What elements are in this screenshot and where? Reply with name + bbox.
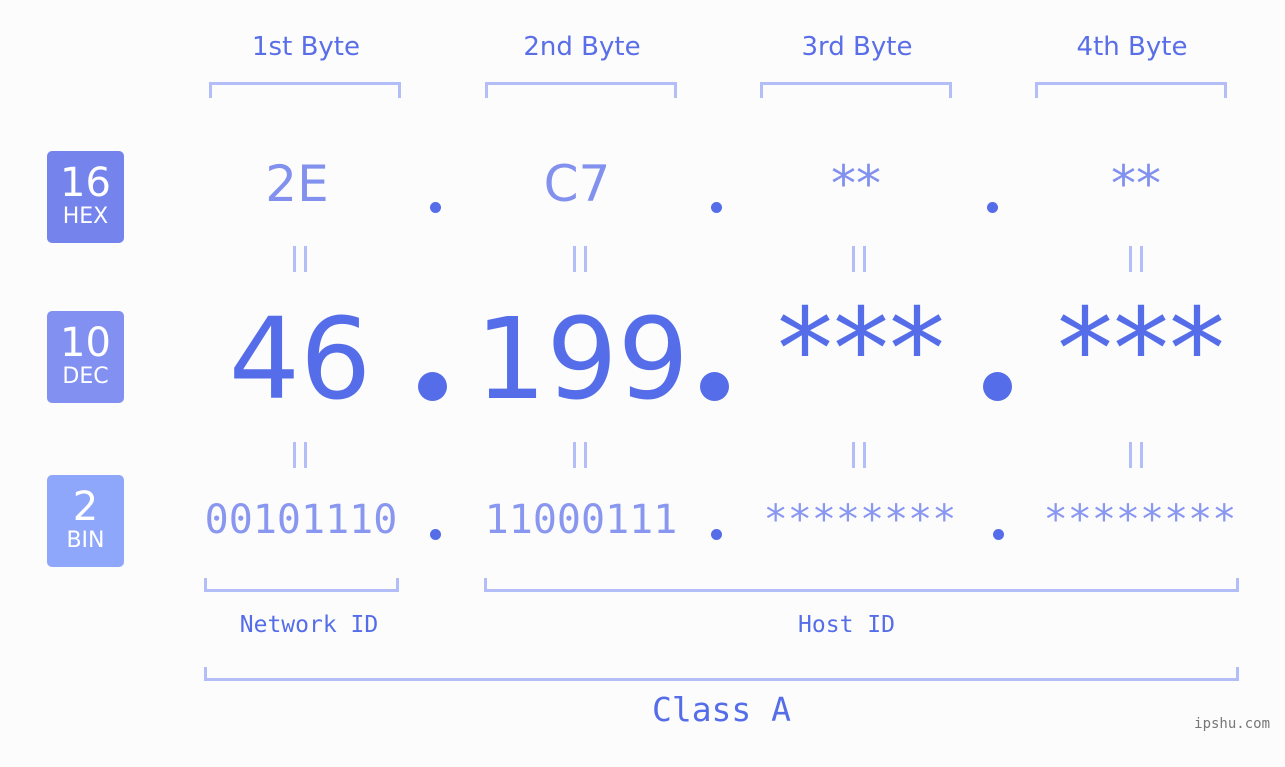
bin-byte-1: 00101110 bbox=[204, 497, 398, 543]
equals-icon bbox=[1116, 238, 1156, 283]
hex-badge-label: HEX bbox=[62, 204, 109, 229]
class-label: Class A bbox=[651, 690, 792, 729]
equals-icon bbox=[839, 238, 879, 283]
hex-separator-dot bbox=[430, 202, 441, 213]
bin-byte-3: ******** bbox=[763, 497, 957, 543]
bin-badge-number: 2 bbox=[72, 484, 99, 530]
byte-header-2: 2nd Byte bbox=[523, 32, 641, 62]
dec-byte-4: *** bbox=[1057, 285, 1225, 415]
byte-bracket-4 bbox=[1035, 82, 1227, 98]
equals-icon bbox=[280, 238, 320, 283]
hex-byte-2: C7 bbox=[543, 155, 611, 213]
hex-separator-dot bbox=[711, 202, 722, 213]
hex-byte-4: ** bbox=[1111, 155, 1161, 213]
network-id-label: Network ID bbox=[239, 612, 379, 638]
dec-separator-dot bbox=[700, 372, 729, 401]
byte-bracket-2 bbox=[485, 82, 677, 98]
dec-separator-dot bbox=[418, 372, 447, 401]
byte-header-1: 1st Byte bbox=[252, 32, 360, 62]
bin-badge-label: BIN bbox=[66, 528, 105, 553]
equals-icon bbox=[1116, 434, 1156, 479]
bin-separator-dot bbox=[711, 529, 722, 540]
hex-badge-number: 16 bbox=[60, 160, 111, 206]
host-id-bracket bbox=[484, 578, 1239, 592]
bin-separator-dot bbox=[993, 529, 1004, 540]
dec-badge-label: DEC bbox=[62, 364, 109, 389]
class-bracket bbox=[204, 667, 1239, 681]
byte-bracket-3 bbox=[760, 82, 952, 98]
network-id-bracket bbox=[204, 578, 399, 592]
byte-header-4: 4th Byte bbox=[1076, 32, 1188, 62]
dec-byte-2: 199 bbox=[475, 295, 689, 425]
dec-byte-1: 46 bbox=[228, 295, 372, 425]
dec-badge: 10 DEC bbox=[47, 311, 124, 403]
bin-byte-4: ******** bbox=[1043, 497, 1237, 543]
dec-badge-number: 10 bbox=[60, 320, 111, 366]
watermark: ipshu.com bbox=[1194, 716, 1270, 732]
equals-icon bbox=[560, 434, 600, 479]
equals-icon bbox=[560, 238, 600, 283]
bin-separator-dot bbox=[430, 529, 441, 540]
host-id-label: Host ID bbox=[798, 612, 895, 638]
bin-byte-2: 11000111 bbox=[484, 497, 678, 543]
equals-icon bbox=[280, 434, 320, 479]
dec-separator-dot bbox=[983, 372, 1012, 401]
bin-badge: 2 BIN bbox=[47, 475, 124, 567]
hex-byte-1: 2E bbox=[265, 155, 329, 213]
dec-byte-3: *** bbox=[777, 285, 945, 415]
hex-badge: 16 HEX bbox=[47, 151, 124, 243]
byte-bracket-1 bbox=[209, 82, 401, 98]
equals-icon bbox=[839, 434, 879, 479]
hex-separator-dot bbox=[987, 202, 998, 213]
byte-header-3: 3rd Byte bbox=[801, 32, 913, 62]
hex-byte-3: ** bbox=[831, 155, 881, 213]
